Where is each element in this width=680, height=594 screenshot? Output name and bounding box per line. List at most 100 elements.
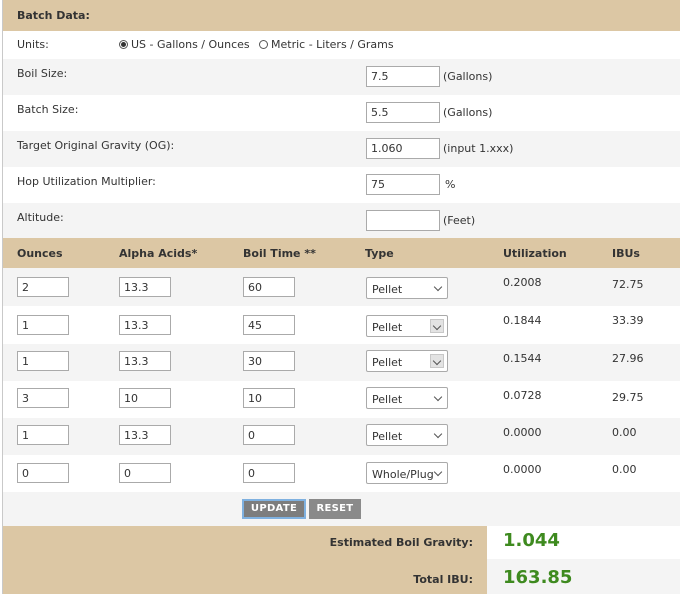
- utilization-value: 0.1844: [503, 314, 542, 327]
- col-ounces: Ounces: [17, 247, 63, 260]
- utilization-value: 0.2008: [503, 276, 542, 289]
- hop-util-label: Hop Utilization Multiplier:: [17, 175, 156, 188]
- altitude-input[interactable]: [366, 210, 440, 231]
- ibu-value: 33.39: [612, 314, 644, 327]
- hop-row: Pellet 0.1844 33.39: [3, 306, 680, 344]
- batch-data-header: Batch Data:: [3, 0, 680, 31]
- chevron-down-icon: [432, 321, 442, 331]
- alpha-acids-input[interactable]: [119, 425, 171, 445]
- dropdown-button[interactable]: [430, 319, 444, 333]
- alpha-acids-input[interactable]: [119, 315, 171, 335]
- radio-metric[interactable]: [259, 40, 268, 49]
- hop-type-value: Whole/Plug: [372, 468, 434, 481]
- hop-type-value: Pellet: [372, 283, 403, 296]
- utilization-value: 0.1544: [503, 352, 542, 365]
- og-row: Target Original Gravity (OG): (input 1.x…: [3, 131, 680, 167]
- alpha-acids-input[interactable]: [119, 463, 171, 483]
- alpha-acids-input[interactable]: [119, 388, 171, 408]
- hop-type-select[interactable]: Pellet: [366, 315, 448, 337]
- col-alpha-acids: Alpha Acids*: [119, 247, 198, 260]
- units-metric-option[interactable]: Metric - Liters / Grams: [259, 38, 394, 51]
- hop-row: Pellet 0.0000 0.00: [3, 418, 680, 456]
- update-button[interactable]: UPDATE: [242, 499, 306, 519]
- boil-size-unit: (Gallons): [443, 70, 493, 83]
- batch-size-unit: (Gallons): [443, 106, 493, 119]
- hop-type-select[interactable]: Whole/Plug: [366, 462, 448, 484]
- boil-time-input[interactable]: [243, 277, 295, 297]
- boil-time-input[interactable]: [243, 463, 295, 483]
- ounces-input[interactable]: [17, 351, 69, 371]
- chevron-down-icon: [433, 392, 443, 402]
- radio-us[interactable]: [119, 40, 128, 49]
- ounces-input[interactable]: [17, 463, 69, 483]
- ibu-value: 0.00: [612, 426, 637, 439]
- hop-row: Pellet 0.2008 72.75: [3, 268, 680, 306]
- og-unit: (input 1.xxx): [443, 142, 514, 155]
- units-row: Units: US - Gallons / Ounces Metric - Li…: [3, 31, 680, 59]
- hop-util-unit: %: [445, 178, 456, 191]
- col-type: Type: [365, 247, 394, 260]
- hop-row: Pellet 0.0728 29.75: [3, 381, 680, 419]
- alpha-acids-input[interactable]: [119, 277, 171, 297]
- hop-table-header: Ounces Alpha Acids* Boil Time ** Type Ut…: [3, 238, 680, 268]
- ounces-input[interactable]: [17, 425, 69, 445]
- hop-type-value: Pellet: [372, 393, 403, 406]
- boil-size-label: Boil Size:: [17, 67, 68, 80]
- ibu-value: 0.00: [612, 463, 637, 476]
- total-ibu-box: 163.85: [487, 559, 680, 594]
- boil-gravity-value: 1.044: [503, 530, 560, 551]
- utilization-value: 0.0000: [503, 426, 542, 439]
- boil-time-input[interactable]: [243, 425, 295, 445]
- boil-time-input[interactable]: [243, 351, 295, 371]
- ounces-input[interactable]: [17, 388, 69, 408]
- og-label: Target Original Gravity (OG):: [17, 139, 175, 152]
- hop-type-value: Pellet: [372, 430, 403, 443]
- boil-gravity-label: Estimated Boil Gravity:: [329, 536, 473, 549]
- dropdown-button[interactable]: [430, 354, 444, 368]
- batch-size-label: Batch Size:: [17, 103, 79, 116]
- ibu-value: 29.75: [612, 391, 644, 404]
- total-ibu-label: Total IBU:: [413, 573, 473, 586]
- units-label: Units:: [17, 38, 49, 51]
- boil-gravity-row: Estimated Boil Gravity: 1.044: [3, 526, 680, 559]
- reset-button[interactable]: RESET: [309, 499, 361, 519]
- boil-time-input[interactable]: [243, 315, 295, 335]
- batch-data-title: Batch Data:: [17, 9, 90, 22]
- utilization-value: 0.0728: [503, 389, 542, 402]
- og-input[interactable]: [366, 138, 440, 159]
- units-metric-label: Metric - Liters / Grams: [271, 38, 394, 51]
- altitude-label: Altitude:: [17, 211, 64, 224]
- total-ibu-value: 163.85: [503, 567, 573, 588]
- batch-size-input[interactable]: [366, 102, 440, 123]
- col-boil-time: Boil Time **: [243, 247, 316, 260]
- col-ibus: IBUs: [612, 247, 640, 260]
- hop-type-select[interactable]: Pellet: [366, 350, 448, 372]
- units-us-label: US - Gallons / Ounces: [131, 38, 250, 51]
- units-us-option[interactable]: US - Gallons / Ounces: [119, 38, 250, 51]
- chevron-down-icon: [433, 467, 443, 477]
- alpha-acids-input[interactable]: [119, 351, 171, 371]
- ounces-input[interactable]: [17, 315, 69, 335]
- altitude-row: Altitude: (Feet): [3, 203, 680, 238]
- hop-type-select[interactable]: Pellet: [366, 277, 448, 299]
- ibu-value: 27.96: [612, 352, 644, 365]
- hop-util-row: Hop Utilization Multiplier: %: [3, 167, 680, 203]
- batch-size-row: Batch Size: (Gallons): [3, 95, 680, 131]
- col-utilization: Utilization: [503, 247, 567, 260]
- total-ibu-row: Total IBU: 163.85: [3, 559, 680, 594]
- hop-type-select[interactable]: Pellet: [366, 387, 448, 409]
- hop-util-input[interactable]: [366, 174, 440, 195]
- boil-size-input[interactable]: [366, 66, 440, 87]
- hop-type-select[interactable]: Pellet: [366, 424, 448, 446]
- boil-size-row: Boil Size: (Gallons): [3, 59, 680, 95]
- ibu-calculator: Batch Data: Units: US - Gallons / Ounces…: [2, 0, 680, 594]
- chevron-down-icon: [433, 282, 443, 292]
- ibu-value: 72.75: [612, 278, 644, 291]
- hop-row: Pellet 0.1544 27.96: [3, 344, 680, 382]
- altitude-unit: (Feet): [443, 214, 476, 227]
- boil-time-input[interactable]: [243, 388, 295, 408]
- button-bar: UPDATE RESET: [3, 492, 680, 526]
- ounces-input[interactable]: [17, 277, 69, 297]
- boil-gravity-box: 1.044: [487, 526, 680, 559]
- hop-row: Whole/Plug 0.0000 0.00: [3, 455, 680, 492]
